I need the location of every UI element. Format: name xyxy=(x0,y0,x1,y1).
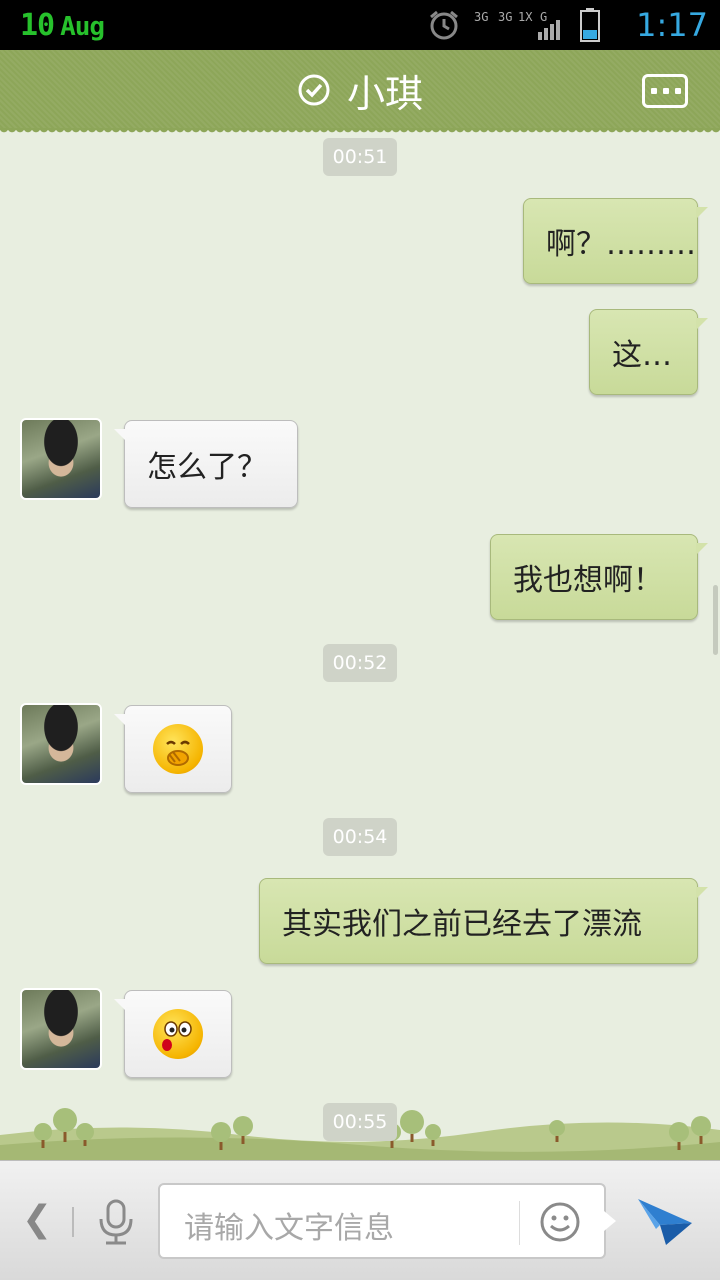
contact-avatar[interactable] xyxy=(20,988,102,1070)
shy-emoji-icon xyxy=(153,724,203,774)
send-arrow-icon xyxy=(638,1199,692,1245)
alarm-icon xyxy=(430,10,458,40)
message-text: 其实我们之前已经去了漂流 xyxy=(282,907,642,942)
chevron-left-icon[interactable]: ❮ xyxy=(22,1199,52,1240)
network-label-2: 3G xyxy=(498,10,512,24)
status-date: 10 Aug xyxy=(20,8,105,43)
network-icon: 3G 3G 1X G xyxy=(474,10,560,40)
status-date-day: 10 xyxy=(20,8,55,43)
input-bar: ❮ 请输入文字信息 xyxy=(0,1160,720,1280)
battery-icon xyxy=(580,8,600,42)
timestamp: 00:51 xyxy=(323,138,397,176)
title-wrap: 小琪 xyxy=(0,50,720,130)
title-bar: 小琪 xyxy=(0,50,720,136)
check-circle-icon xyxy=(298,74,330,106)
more-dots-icon xyxy=(651,88,681,94)
timestamp: 00:54 xyxy=(323,818,397,856)
outgoing-message[interactable]: 啊？……… xyxy=(523,198,708,284)
incoming-message[interactable] xyxy=(114,705,232,793)
status-time: 1:17 xyxy=(636,6,708,44)
status-bar: 10 Aug 3G 3G 1X G 1:17 xyxy=(0,0,720,50)
network-label-3: 1X xyxy=(518,10,533,24)
status-date-month: Aug xyxy=(60,12,105,42)
contact-avatar[interactable] xyxy=(20,418,102,500)
message-text: 啊？……… xyxy=(546,227,696,262)
status-icons: 3G 3G 1X G xyxy=(428,8,600,42)
incoming-message[interactable] xyxy=(114,990,232,1078)
message-text: 怎么了？ xyxy=(147,450,267,485)
network-label-1: 3G xyxy=(474,10,488,24)
message-text: 我也想啊！ xyxy=(513,563,663,598)
scrollbar[interactable] xyxy=(713,585,718,655)
outgoing-message[interactable]: 我也想啊！ xyxy=(490,534,708,620)
timestamp: 00:52 xyxy=(323,644,397,682)
outgoing-message[interactable]: 其实我们之前已经去了漂流 xyxy=(259,878,708,964)
surprised-emoji-icon xyxy=(153,1009,203,1059)
input-separator xyxy=(519,1201,520,1245)
incoming-message[interactable]: 怎么了？ xyxy=(114,420,298,508)
send-button[interactable] xyxy=(636,1195,694,1251)
microphone-icon xyxy=(99,1199,133,1245)
contact-avatar[interactable] xyxy=(20,703,102,785)
more-menu-button[interactable] xyxy=(642,74,688,108)
timestamp: 00:55 xyxy=(323,1103,397,1141)
microphone-button[interactable] xyxy=(96,1197,136,1251)
outgoing-message[interactable]: 这… xyxy=(589,309,708,395)
emoji-button[interactable] xyxy=(538,1200,582,1248)
divider xyxy=(72,1207,74,1237)
chat-title: 小琪 xyxy=(346,71,423,116)
message-input[interactable]: 请输入文字信息 xyxy=(158,1183,616,1259)
network-label-4: G xyxy=(540,10,547,24)
message-text: 这… xyxy=(612,338,672,373)
message-input-placeholder: 请输入文字信息 xyxy=(184,1211,394,1246)
smiley-icon xyxy=(540,1202,580,1242)
chat-area[interactable]: 00:51 啊？……… 这… 怎么了？ 我也想啊！ 00:52 00:54 其实… xyxy=(0,130,720,1160)
